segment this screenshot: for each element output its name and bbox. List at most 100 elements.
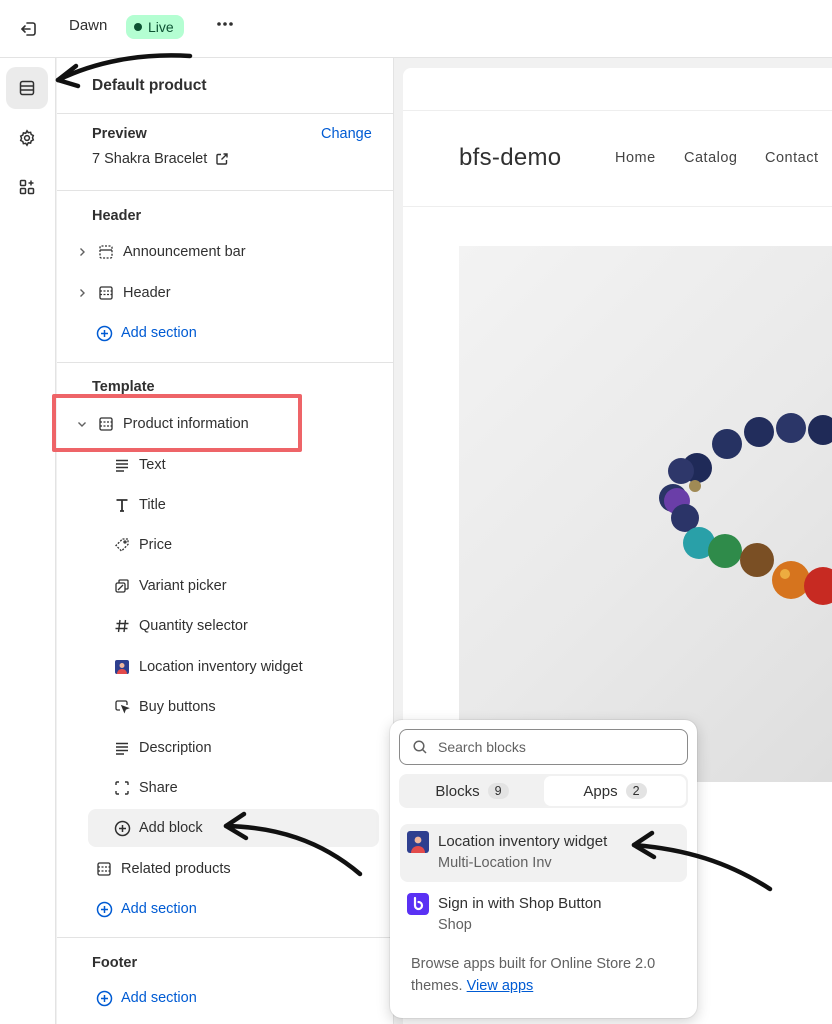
add-section-label: Add section	[121, 990, 197, 1006]
title-icon	[113, 496, 131, 514]
header-group-heading: Header	[92, 208, 142, 224]
search-blocks-input[interactable]	[438, 739, 658, 755]
section-icon	[95, 860, 113, 878]
text-icon	[113, 739, 131, 757]
tab-count: 2	[625, 783, 647, 799]
cursor-button-icon	[113, 698, 131, 716]
search-blocks-box[interactable]	[399, 729, 688, 765]
app-block-name: Sign in with Shop Button	[438, 895, 602, 912]
nav-home[interactable]: Home	[615, 150, 656, 166]
theme-name: Dawn	[69, 17, 108, 34]
header-add-section[interactable]: Add section	[95, 321, 197, 345]
add-section-label: Add section	[121, 325, 197, 341]
block-variant-picker[interactable]: Variant picker	[113, 574, 227, 598]
shop-app-icon	[407, 893, 429, 915]
page-title: Default product	[92, 77, 207, 94]
nav-catalog[interactable]: Catalog	[684, 150, 737, 166]
tab-apps[interactable]: Apps 2	[544, 776, 686, 806]
view-apps-link[interactable]: View apps	[467, 978, 534, 994]
divider	[57, 113, 393, 114]
exit-icon[interactable]	[16, 16, 42, 42]
tab-label: Apps	[583, 782, 618, 800]
block-label: Quantity selector	[139, 618, 248, 634]
app-block-icon	[407, 831, 429, 853]
highlight-box	[52, 394, 302, 452]
variant-icon	[113, 577, 131, 595]
external-link-icon	[216, 153, 228, 165]
app-block-name: Location inventory widget	[438, 833, 608, 850]
plus-circle-icon	[95, 324, 113, 342]
block-label: Description	[139, 740, 212, 756]
add-section-label: Add section	[121, 901, 197, 917]
search-icon	[413, 740, 427, 754]
share-icon	[113, 779, 131, 797]
block-label: Variant picker	[139, 578, 227, 594]
block-text[interactable]: Text	[113, 453, 166, 477]
plus-circle-icon	[95, 900, 113, 918]
price-tag-icon	[113, 536, 131, 554]
footer-group-heading: Footer	[92, 955, 138, 971]
divider	[57, 362, 393, 363]
app-block-icon	[113, 658, 131, 676]
footer-add-section[interactable]: Add section	[95, 986, 197, 1010]
section-related-products[interactable]: Related products	[95, 857, 231, 881]
app-block-source: Shop	[438, 917, 472, 933]
preview-heading: Preview	[92, 126, 147, 142]
tab-blocks[interactable]: Blocks 9	[401, 776, 543, 806]
template-add-section[interactable]: Add section	[95, 897, 197, 921]
block-picker-popover: Blocks 9 Apps 2 Location inventory widge…	[390, 720, 697, 1018]
app-block-shop-sign-in[interactable]: Sign in with Shop Button Shop	[400, 886, 687, 944]
block-quantity-selector[interactable]: Quantity selector	[113, 614, 248, 638]
header-divider	[403, 206, 832, 207]
settings-icon[interactable]	[6, 117, 48, 159]
block-label: Text	[139, 457, 166, 473]
block-location-inventory-widget[interactable]: Location inventory widget	[113, 655, 303, 679]
divider	[57, 190, 393, 191]
nav-contact[interactable]: Contact	[765, 150, 818, 166]
chevron-right-icon[interactable]	[75, 288, 89, 298]
block-description[interactable]: Description	[113, 736, 212, 760]
add-block-button[interactable]: Add block	[113, 816, 203, 840]
apps-icon[interactable]	[6, 166, 48, 208]
block-title[interactable]: Title	[113, 493, 166, 517]
block-buy-buttons[interactable]: Buy buttons	[113, 695, 216, 719]
app-block-source: Multi-Location Inv	[438, 855, 552, 871]
plus-circle-icon	[95, 989, 113, 1007]
hash-icon	[113, 617, 131, 635]
picker-tabs: Blocks 9 Apps 2	[399, 774, 688, 808]
block-label: Title	[139, 497, 166, 513]
block-share[interactable]: Share	[113, 776, 178, 800]
tab-count: 9	[487, 783, 509, 799]
divider	[57, 937, 393, 938]
template-group-heading: Template	[92, 379, 155, 395]
live-badge: Live	[126, 15, 184, 39]
preview-product-name: 7 Shakra Bracelet	[92, 151, 208, 167]
section-announcement-bar[interactable]: Announcement bar	[75, 240, 246, 264]
live-label: Live	[148, 19, 174, 35]
change-preview-link[interactable]: Change	[321, 126, 372, 142]
block-price[interactable]: Price	[113, 533, 172, 557]
block-label: Location inventory widget	[139, 659, 303, 675]
section-icon	[97, 284, 115, 302]
sections-icon[interactable]	[6, 67, 48, 109]
preview-product[interactable]: 7 Shakra Bracelet	[92, 151, 229, 167]
more-icon[interactable]	[212, 14, 238, 40]
text-icon	[113, 456, 131, 474]
product-image[interactable]	[459, 246, 832, 782]
plus-circle-icon	[113, 819, 131, 837]
chevron-right-icon[interactable]	[75, 247, 89, 257]
section-label: Related products	[121, 861, 231, 877]
live-dot-icon	[134, 23, 142, 31]
store-brand[interactable]: bfs-demo	[459, 144, 561, 172]
app-block-location-inventory[interactable]: Location inventory widget Multi-Location…	[400, 824, 687, 882]
block-label: Buy buttons	[139, 699, 216, 715]
section-header[interactable]: Header	[75, 281, 171, 305]
section-label: Header	[123, 285, 171, 301]
add-block-label: Add block	[139, 820, 203, 836]
top-bar: Dawn Live	[0, 0, 832, 58]
block-label: Price	[139, 537, 173, 553]
announcement-divider	[403, 110, 832, 111]
tab-label: Blocks	[435, 782, 480, 800]
bracelet-image	[659, 413, 832, 605]
browse-apps-text: Browse apps built for Online Store 2.0 t…	[411, 953, 686, 997]
